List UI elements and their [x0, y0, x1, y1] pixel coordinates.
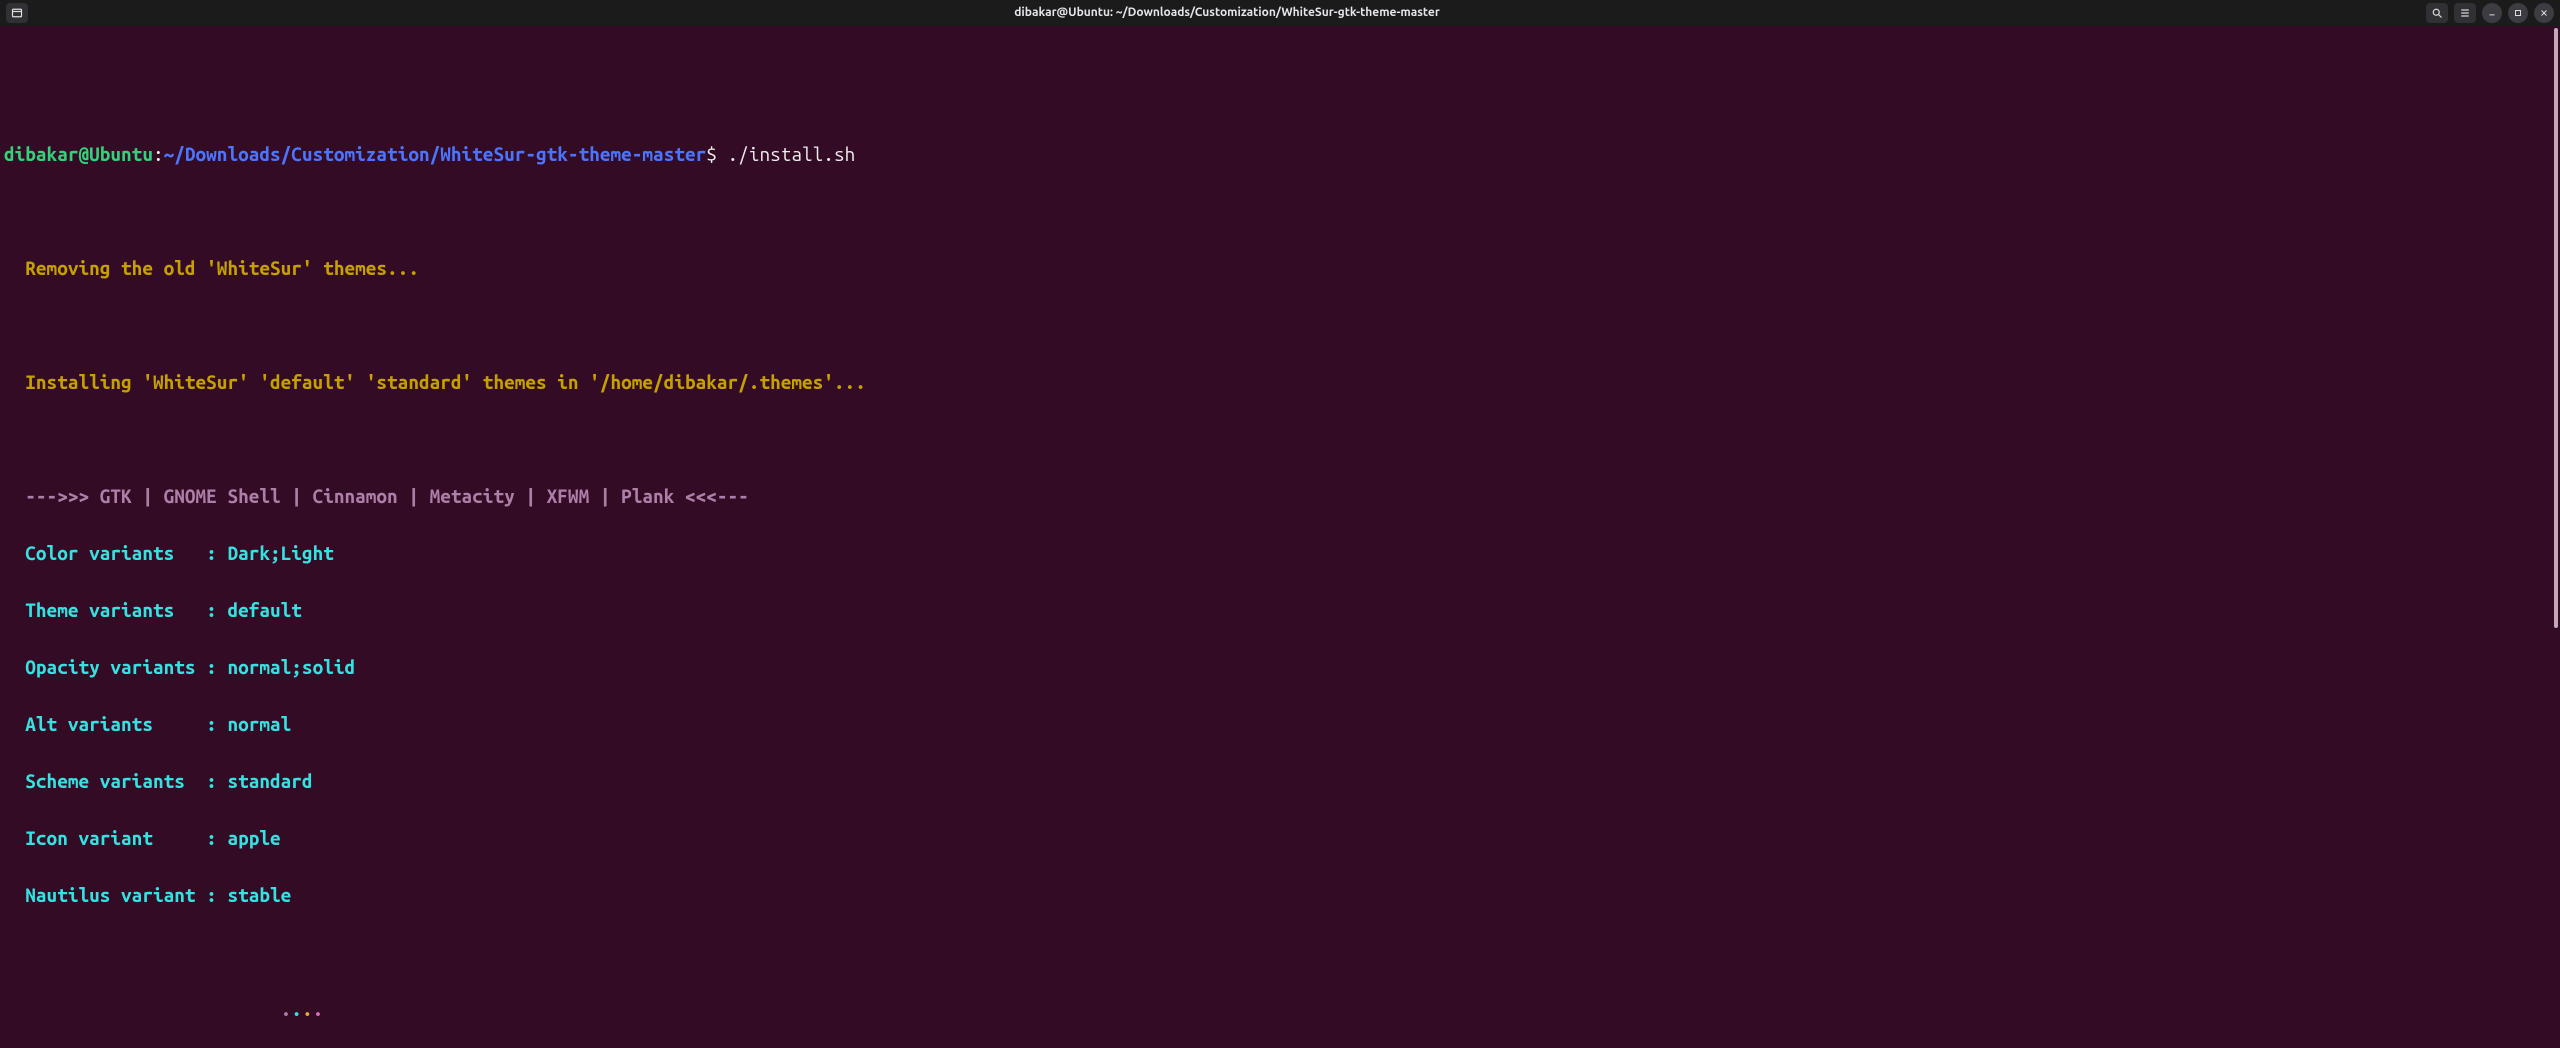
new-tab-button[interactable]: [6, 3, 28, 23]
output-text: Color variants : Dark;Light: [4, 544, 2556, 563]
titlebar: dibakar@Ubuntu: ~/Downloads/Customizatio…: [0, 0, 2560, 26]
prompt-user: dibakar@Ubuntu: [4, 143, 153, 165]
progress-dots: ....: [4, 1000, 2556, 1019]
prompt-line: dibakar@Ubuntu:~/Downloads/Customization…: [4, 145, 2556, 164]
output-text: Icon variant : apple: [4, 829, 2556, 848]
window-title: dibakar@Ubuntu: ~/Downloads/Customizatio…: [28, 7, 2426, 19]
hamburger-menu-button[interactable]: [2454, 3, 2476, 23]
maximize-button[interactable]: [2508, 3, 2528, 23]
terminal[interactable]: dibakar@Ubuntu:~/Downloads/Customization…: [0, 26, 2560, 1048]
search-button[interactable]: [2426, 3, 2448, 23]
output-text: Opacity variants : normal;solid: [4, 658, 2556, 677]
command-text: ./install.sh: [717, 143, 855, 165]
close-button[interactable]: [2534, 3, 2554, 23]
output-text: Scheme variants : standard: [4, 772, 2556, 791]
output-text: --->>> GTK | GNOME Shell | Cinnamon | Me…: [4, 487, 2556, 506]
minimize-button[interactable]: [2482, 3, 2502, 23]
output-text: Alt variants : normal: [4, 715, 2556, 734]
scrollbar[interactable]: [2554, 28, 2558, 628]
output-text: Removing the old 'WhiteSur' themes...: [4, 259, 2556, 278]
output-text: Theme variants : default: [4, 601, 2556, 620]
output-text: Installing 'WhiteSur' 'default' 'standar…: [4, 373, 2556, 392]
output-text: Nautilus variant : stable: [4, 886, 2556, 905]
prompt-path: ~/Downloads/Customization/WhiteSur-gtk-t…: [164, 143, 707, 165]
